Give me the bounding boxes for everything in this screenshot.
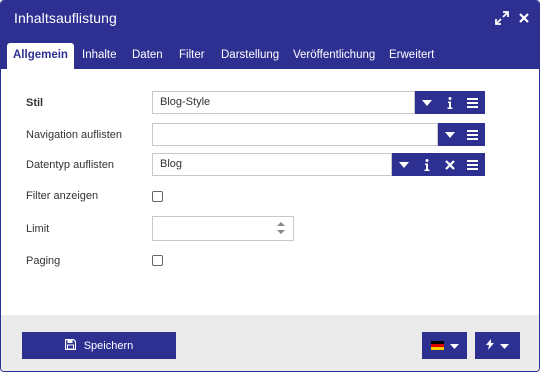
filter-checkbox[interactable]	[152, 191, 163, 202]
dropdown-icon[interactable]	[415, 91, 438, 114]
paging-label: Paging	[26, 255, 61, 267]
save-button[interactable]: Speichern	[22, 332, 176, 359]
paging-checkbox[interactable]	[152, 255, 163, 266]
menu-icon[interactable]	[461, 123, 484, 146]
tab-inhalte[interactable]: Inhalte	[76, 43, 123, 69]
dialog: Inhaltsauflistung Allgemein Inhalte Date…	[0, 0, 540, 372]
tab-bar: Allgemein Inhalte Daten Filter Darstellu…	[1, 37, 539, 69]
datentyp-actions	[392, 153, 485, 176]
form-area: Stil Blog-Style Navigation auflisten Dat…	[1, 69, 539, 315]
tab-veroeffentlichung[interactable]: Veröffentlichung	[287, 43, 381, 69]
footer: Speichern	[1, 315, 539, 371]
menu-icon[interactable]	[461, 91, 484, 114]
navigation-actions	[438, 123, 485, 146]
tab-erweitert[interactable]: Erweitert	[383, 43, 440, 69]
datentyp-label: Datentyp auflisten	[26, 159, 115, 171]
dropdown-icon[interactable]	[392, 153, 415, 176]
language-button[interactable]	[422, 332, 467, 359]
window-title: Inhaltsauflistung	[14, 10, 117, 26]
chevron-down-icon	[500, 340, 509, 352]
tab-daten[interactable]: Daten	[126, 43, 169, 69]
titlebar: Inhaltsauflistung	[1, 1, 539, 37]
info-icon[interactable]	[415, 153, 438, 176]
limit-input[interactable]	[152, 216, 294, 241]
menu-icon[interactable]	[461, 153, 484, 176]
save-icon	[64, 338, 76, 353]
limit-label: Limit	[26, 223, 50, 235]
dropdown-icon[interactable]	[438, 123, 461, 146]
spinner-icon[interactable]	[277, 221, 285, 235]
datentyp-select[interactable]: Blog	[152, 153, 392, 176]
filter-label: Filter anzeigen	[26, 190, 99, 202]
expand-icon[interactable]	[495, 11, 509, 25]
flag-de-icon	[430, 341, 444, 350]
navigation-select[interactable]	[152, 123, 438, 146]
chevron-down-icon	[449, 340, 459, 352]
remove-icon[interactable]	[438, 153, 461, 176]
actions-button[interactable]	[475, 332, 520, 359]
close-icon[interactable]	[517, 11, 531, 25]
info-icon[interactable]	[438, 91, 461, 114]
save-button-label: Speichern	[83, 339, 134, 352]
tab-allgemein[interactable]: Allgemein	[7, 43, 74, 69]
bolt-icon	[486, 338, 494, 353]
stil-select[interactable]: Blog-Style	[152, 91, 415, 114]
navigation-label: Navigation auflisten	[26, 129, 123, 141]
stil-label: Stil	[26, 97, 44, 109]
tab-darstellung[interactable]: Darstellung	[215, 43, 285, 69]
stil-actions	[415, 91, 485, 114]
tab-filter[interactable]: Filter	[173, 43, 211, 69]
